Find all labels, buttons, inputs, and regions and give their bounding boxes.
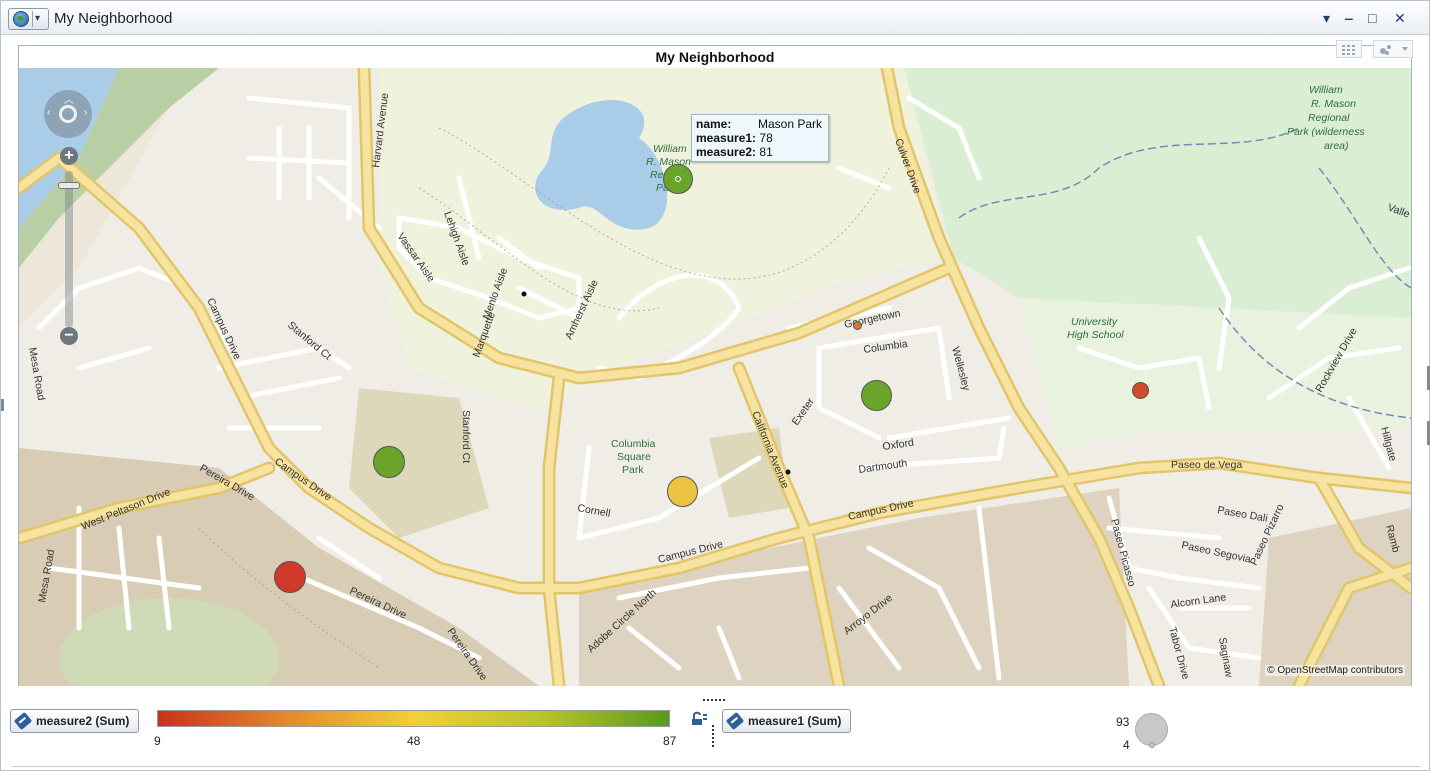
map-label-columbia-square-1: Columbia bbox=[611, 438, 656, 450]
map-label-mason-park-2: R. Mason bbox=[1311, 98, 1356, 110]
tooltip-measure1-key: measure1: bbox=[696, 131, 757, 145]
map-label-stanford-ct-2: Stanford Ct bbox=[460, 410, 472, 463]
selected-marker-ring-icon bbox=[675, 176, 681, 182]
pan-right-icon[interactable]: › bbox=[84, 107, 87, 118]
tooltip-measure1-value: 78 bbox=[759, 131, 773, 145]
map-label-mason-lake-1: William bbox=[653, 143, 687, 155]
color-max-label: 87 bbox=[663, 734, 677, 748]
marker-georgetown[interactable] bbox=[853, 321, 862, 330]
left-resize-handle[interactable] bbox=[1, 399, 4, 411]
map-panel: My Neighborhood Harvard Avenue Lehigh Ai… bbox=[18, 40, 1413, 686]
color-measure-button[interactable]: measure2 (Sum) bbox=[10, 709, 139, 733]
map-label-paseo-de-vega: Paseo de Vega bbox=[1171, 459, 1242, 471]
color-mid-label: 48 bbox=[407, 734, 421, 748]
color-min-label: 9 bbox=[154, 734, 161, 748]
map-label-mason-park-4: Park (wilderness bbox=[1287, 126, 1365, 138]
marker-columbia-square[interactable] bbox=[667, 476, 698, 507]
tooltip-name-value: Mason Park bbox=[757, 117, 822, 131]
window-title: My Neighborhood bbox=[54, 10, 173, 27]
app-menu-button[interactable]: ▾ bbox=[8, 8, 49, 30]
marker-tooltip: name: Mason Park measure1: 78 measure2: … bbox=[691, 114, 829, 162]
map-label-university-1: University bbox=[1071, 316, 1118, 328]
measure-icon bbox=[13, 711, 33, 731]
close-button[interactable]: ✕ bbox=[1394, 10, 1406, 26]
measure-icon bbox=[725, 711, 745, 731]
zoom-slider-track[interactable] bbox=[65, 171, 73, 327]
size-max-label: 93 bbox=[1116, 715, 1130, 729]
drag-handle-vertical-icon[interactable] bbox=[712, 725, 714, 747]
title-bar: ▾ My Neighborhood ▾ ‒ □ ✕ bbox=[1, 1, 1429, 35]
minimize-button[interactable]: ‒ bbox=[1345, 10, 1353, 26]
map-attribution[interactable]: © OpenStreetMap contributors bbox=[1265, 665, 1405, 676]
window-menu-button[interactable]: ▾ bbox=[1323, 10, 1330, 26]
map-label-mason-park-3: Regional bbox=[1308, 112, 1350, 124]
maximize-button[interactable]: □ bbox=[1368, 10, 1376, 26]
zoom-out-button[interactable]: − bbox=[60, 327, 78, 345]
target-icon bbox=[59, 105, 77, 123]
color-gradient-legend bbox=[157, 710, 670, 727]
panel-title: My Neighborhood bbox=[655, 49, 775, 65]
map-label-university-2: High School bbox=[1067, 329, 1124, 341]
chart-type-menu-icon[interactable] bbox=[1373, 40, 1413, 58]
marker-campus-west[interactable] bbox=[373, 446, 405, 478]
report-window: ▾ My Neighborhood ▾ ‒ □ ✕ My Neighborhoo… bbox=[0, 0, 1430, 771]
color-measure-label: measure2 (Sum) bbox=[36, 714, 130, 728]
tooltip-name-key: name: bbox=[696, 117, 732, 131]
zoom-slider-thumb[interactable] bbox=[58, 182, 80, 189]
pan-left-icon[interactable]: ‹ bbox=[47, 107, 50, 118]
size-measure-label: measure1 (Sum) bbox=[748, 714, 842, 728]
map-canvas[interactable]: Harvard Avenue Lehigh Aisle Vassar Aisle… bbox=[19, 68, 1411, 686]
tooltip-measure2-value: 81 bbox=[759, 145, 773, 159]
tooltip-measure2-key: measure2: bbox=[696, 145, 757, 159]
divider bbox=[11, 766, 1421, 767]
globe-icon bbox=[13, 11, 29, 27]
divider bbox=[32, 11, 33, 27]
size-min-label: 4 bbox=[1123, 738, 1130, 752]
marker-columbia-north[interactable] bbox=[861, 380, 892, 411]
pan-control[interactable]: ︿ ‹ › bbox=[44, 90, 92, 138]
map-label-mason-park-5: area) bbox=[1324, 140, 1349, 152]
table-view-icon[interactable] bbox=[1336, 40, 1362, 58]
zoom-in-button[interactable]: + bbox=[60, 147, 78, 165]
chevron-down-icon: ▾ bbox=[35, 13, 41, 24]
drag-handle-icon[interactable] bbox=[703, 699, 725, 701]
size-legend-small-circle bbox=[1149, 742, 1155, 748]
pan-up-icon[interactable]: ︿ bbox=[64, 91, 74, 106]
size-measure-button[interactable]: measure1 (Sum) bbox=[722, 709, 851, 733]
map-label-mason-park-1: William bbox=[1309, 84, 1343, 96]
marker-pereira[interactable] bbox=[274, 561, 306, 593]
map-label-columbia-square-3: Park bbox=[622, 464, 644, 476]
marker-university-hs[interactable] bbox=[1132, 382, 1149, 399]
map-label-columbia-square-2: Square bbox=[617, 451, 651, 463]
swap-legend-icon[interactable] bbox=[690, 710, 708, 726]
